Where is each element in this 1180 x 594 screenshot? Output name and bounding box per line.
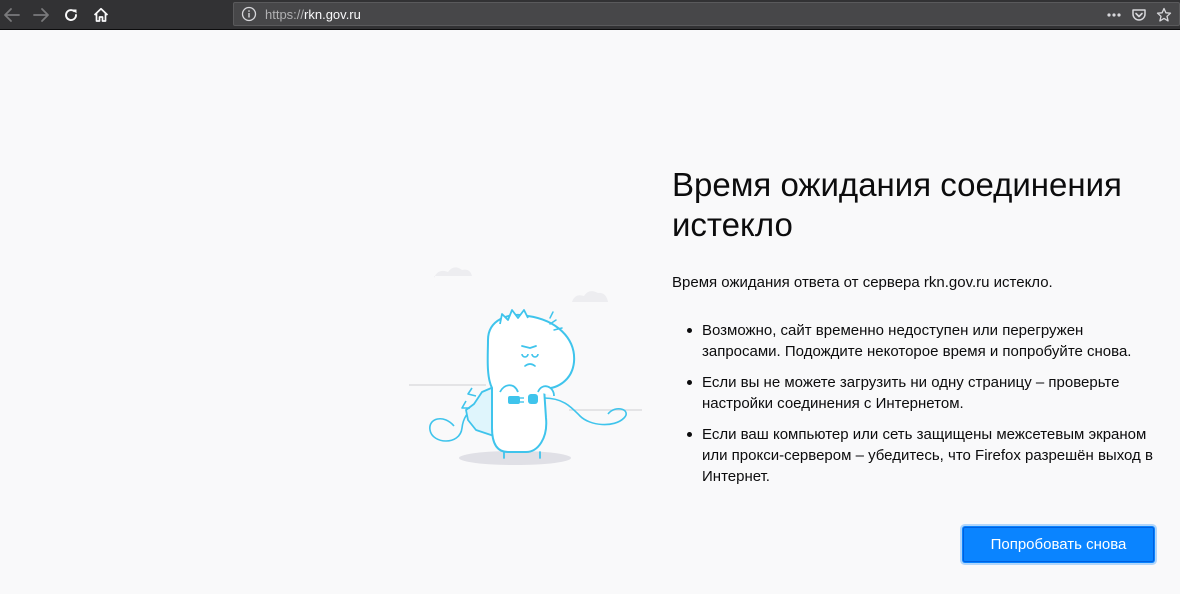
- url-host: rkn.gov.ru: [304, 7, 361, 22]
- suggestion-item: Если ваш компьютер или сеть защищены меж…: [672, 424, 1160, 487]
- reload-button[interactable]: [59, 3, 83, 27]
- home-icon: [93, 7, 109, 22]
- bullet-dot: [687, 328, 692, 333]
- info-icon: [241, 6, 257, 22]
- browser-toolbar: https://rkn.gov.ru: [0, 0, 1180, 30]
- home-button[interactable]: [89, 3, 113, 27]
- suggestion-text: Если ваш компьютер или сеть защищены меж…: [702, 426, 1153, 485]
- unplugged-dino-illustration: [409, 267, 642, 465]
- url-bar[interactable]: https://rkn.gov.ru: [233, 2, 1180, 26]
- back-button[interactable]: [0, 3, 24, 27]
- error-title: Время ожидания соединения истекло: [672, 166, 1122, 243]
- bullet-dot: [687, 380, 692, 385]
- bullet-dot: [687, 432, 692, 437]
- arrow-right-icon: [33, 8, 49, 22]
- more-horizontal-icon: [1107, 13, 1121, 17]
- bookmark-button[interactable]: [1155, 6, 1173, 24]
- url-text[interactable]: https://rkn.gov.ru: [265, 7, 361, 23]
- pocket-button[interactable]: [1130, 6, 1148, 24]
- url-scheme: https://: [265, 7, 305, 22]
- reload-icon: [65, 9, 77, 21]
- suggestion-item: Возможно, сайт временно недоступен или п…: [672, 320, 1160, 362]
- star-icon: [1156, 7, 1172, 22]
- page-actions-button[interactable]: [1105, 6, 1123, 24]
- suggestion-item: Если вы не можете загрузить ни одну стра…: [672, 372, 1160, 414]
- suggestions-list: Возможно, сайт временно недоступен или п…: [672, 320, 1160, 497]
- suggestion-text: Возможно, сайт временно недоступен или п…: [702, 322, 1132, 360]
- error-description: Время ожидания ответа от сервера rkn.gov…: [672, 274, 1053, 291]
- forward-button[interactable]: [29, 3, 53, 27]
- arrow-left-icon: [4, 8, 20, 22]
- try-again-button[interactable]: Попробовать снова: [963, 527, 1154, 562]
- suggestion-text: Если вы не можете загрузить ни одну стра…: [702, 374, 1120, 412]
- pocket-icon: [1132, 9, 1146, 21]
- site-info-button[interactable]: [241, 6, 257, 22]
